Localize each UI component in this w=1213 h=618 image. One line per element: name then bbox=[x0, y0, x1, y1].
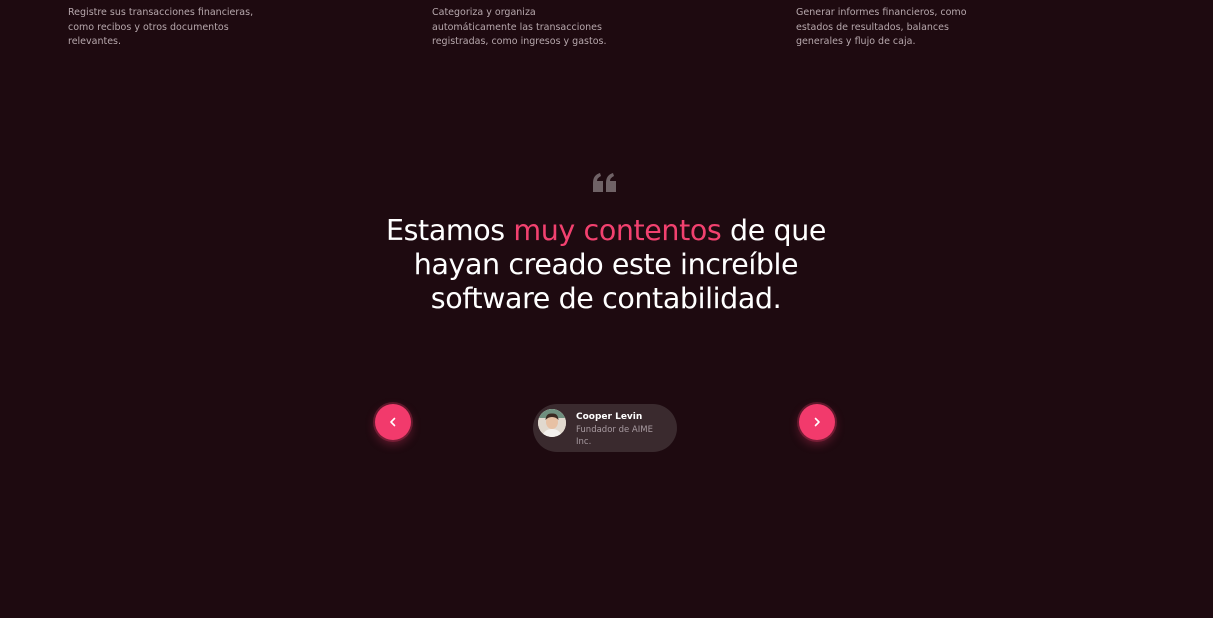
chevron-left-icon bbox=[390, 417, 396, 427]
quote-icon bbox=[592, 172, 618, 194]
feature-description-record: Registre sus transacciones financieras, … bbox=[68, 7, 254, 47]
author-name: Cooper Levin bbox=[576, 412, 643, 422]
feature-description-reports: Generar informes financieros, como estad… bbox=[796, 7, 967, 47]
testimonial-quote: Estamos muy contentos de que hayan cread… bbox=[356, 214, 856, 316]
chevron-right-icon bbox=[814, 417, 820, 427]
testimonials-section: Registre sus transacciones financieras, … bbox=[0, 0, 1213, 618]
avatar bbox=[538, 409, 566, 437]
quote-highlight: muy contentos bbox=[513, 214, 722, 247]
next-testimonial-button[interactable] bbox=[799, 404, 835, 440]
previous-testimonial-button[interactable] bbox=[375, 404, 411, 440]
quote-text-start: Estamos bbox=[386, 214, 514, 247]
author-role: Fundador de AIME Inc. bbox=[576, 425, 653, 447]
author-card: Cooper Levin Fundador de AIME Inc. bbox=[533, 404, 677, 452]
feature-description-categorize: Categoriza y organiza automáticamente la… bbox=[432, 7, 607, 47]
